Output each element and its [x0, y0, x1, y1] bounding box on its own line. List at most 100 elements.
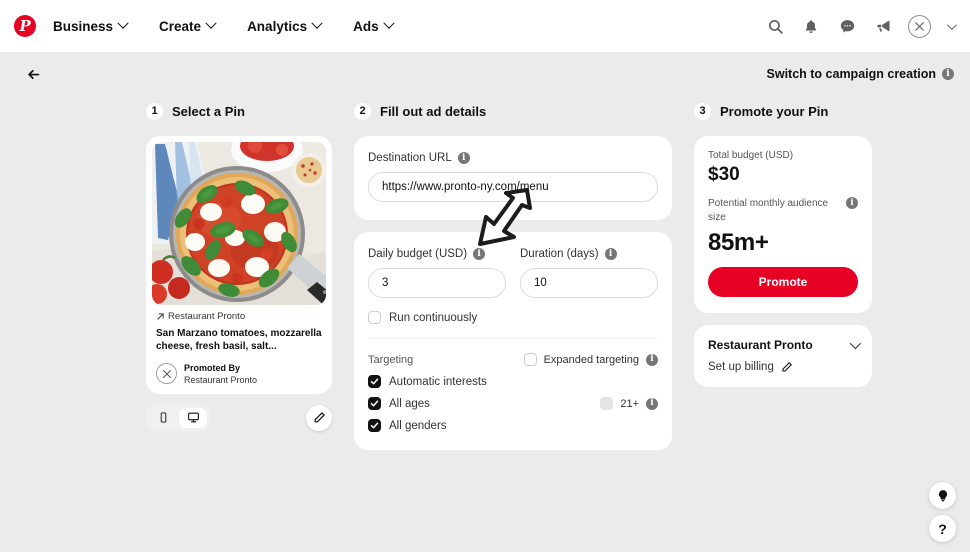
pencil-icon [314, 412, 325, 423]
bell-icon[interactable] [800, 15, 822, 37]
pin-source-label: Restaurant Pronto [168, 311, 246, 322]
expanded-targeting-control[interactable]: Expanded targeting i [523, 353, 658, 366]
duration-input[interactable] [520, 268, 658, 298]
check-icon [370, 400, 379, 407]
info-icon[interactable]: i [604, 248, 617, 260]
duration-label: Duration (days) [520, 248, 599, 260]
destination-url-label: Destination URL [368, 152, 452, 164]
column-ad-details: 2 Fill out ad details Destination URL i … [354, 96, 672, 462]
nav-label-ads: Ads [353, 18, 379, 34]
step-header-1: 1 Select a Pin [146, 96, 332, 126]
all-ages-label: All ages [389, 397, 430, 410]
info-icon[interactable]: i [942, 68, 954, 80]
check-icon [370, 378, 379, 385]
info-icon[interactable]: i [457, 152, 470, 164]
total-budget-label: Total budget (USD) [708, 150, 794, 161]
desktop-preview-button[interactable] [179, 407, 207, 428]
pencil-icon [782, 362, 792, 372]
audience-size-row: Potential monthly audience size i [708, 197, 858, 224]
pinterest-logo[interactable]: P [14, 15, 36, 37]
search-icon[interactable] [764, 15, 786, 37]
targeting-option-all-ages[interactable]: All ages 21+ i [368, 397, 658, 410]
daily-budget-label: Daily budget (USD) [368, 248, 468, 260]
desktop-icon [187, 413, 199, 423]
external-link-icon [157, 313, 164, 320]
avatar[interactable] [908, 14, 931, 38]
floating-action-buttons: ? [929, 482, 956, 542]
mobile-preview-button[interactable] [149, 408, 177, 428]
budget-targeting-card: Daily budget (USD) i Duration (days) i R… [354, 232, 672, 450]
chevron-down-icon [117, 17, 129, 29]
billing-header-row: Restaurant Pronto [708, 337, 862, 352]
top-navigation-bar: P Business Create Analytics Ads [0, 0, 970, 52]
expanded-targeting-label: Expanded targeting [543, 353, 639, 366]
promoted-by-row: Promoted By Restaurant Pronto [156, 362, 322, 386]
set-up-billing-label: Set up billing [708, 361, 774, 373]
nav-item-analytics[interactable]: Analytics [239, 13, 329, 40]
promoted-by-text: Promoted By Restaurant Pronto [184, 362, 257, 386]
audience-size-value: 85m+ [708, 229, 769, 256]
billing-card: Restaurant Pronto Set up billing [694, 325, 872, 387]
audience-size-label: Potential monthly audience size [708, 198, 829, 223]
automatic-interests-label: Automatic interests [389, 375, 487, 388]
daily-budget-field: Daily budget (USD) i [368, 248, 506, 298]
all-genders-checkbox[interactable] [368, 419, 381, 432]
info-icon[interactable]: i [646, 397, 658, 410]
switch-label: Switch to campaign creation [766, 67, 936, 81]
column-promote: 3 Promote your Pin Total budget (USD) $3… [694, 96, 872, 462]
back-arrow-icon[interactable] [20, 61, 46, 87]
chevron-down-icon [205, 17, 217, 29]
pin-preview-card[interactable]: Restaurant Pronto San Marzano tomatoes, … [146, 136, 332, 394]
run-continuously-row[interactable]: Run continuously [368, 311, 658, 324]
targeting-label: Targeting [368, 353, 414, 366]
nav-label-analytics: Analytics [247, 18, 308, 34]
column-select-a-pin: 1 Select a Pin Restaurant Pronto San Mar… [146, 96, 332, 462]
nav-item-create[interactable]: Create [151, 13, 223, 40]
expanded-targeting-checkbox[interactable] [523, 353, 537, 366]
targeting-option-automatic-interests[interactable]: Automatic interests [368, 375, 658, 388]
chevron-down-icon[interactable] [849, 337, 862, 350]
age-gate-control[interactable]: 21+ i [600, 397, 658, 410]
megaphone-icon[interactable] [872, 15, 894, 37]
device-preview-toggle [146, 404, 210, 431]
chat-bubble-icon[interactable] [836, 15, 858, 37]
divider [368, 338, 658, 339]
pin-image [152, 142, 326, 305]
targeting-option-all-genders[interactable]: All genders [368, 419, 658, 432]
help-button[interactable]: ? [929, 515, 956, 542]
check-icon [370, 422, 379, 429]
age-gate-checkbox[interactable] [600, 397, 614, 410]
idea-lightbulb-button[interactable] [929, 482, 956, 509]
nav-item-ads[interactable]: Ads [345, 13, 401, 40]
page-subheader: Switch to campaign creation i [0, 52, 970, 96]
step-number-1: 1 [146, 102, 163, 120]
daily-budget-input[interactable] [368, 268, 506, 298]
pin-title: San Marzano tomatoes, mozzarella cheese,… [156, 328, 322, 353]
daily-budget-label-row: Daily budget (USD) i [368, 248, 506, 260]
info-icon[interactable]: i [646, 353, 658, 366]
run-continuously-checkbox[interactable] [368, 311, 381, 324]
step-title-3: Promote your Pin [720, 103, 829, 119]
ad-builder-main: 1 Select a Pin Restaurant Pronto San Mar… [0, 96, 970, 462]
edit-pin-button[interactable] [306, 404, 332, 431]
nav-item-business[interactable]: Business [45, 13, 135, 40]
promote-button[interactable]: Promote [708, 267, 858, 297]
step-header-2: 2 Fill out ad details [354, 96, 672, 126]
automatic-interests-checkbox[interactable] [368, 375, 381, 388]
switch-to-campaign-creation-link[interactable]: Switch to campaign creation i [767, 67, 954, 81]
set-up-billing-link[interactable]: Set up billing [708, 361, 858, 373]
info-icon[interactable]: i [473, 248, 486, 260]
nav-label-create: Create [159, 18, 202, 34]
account-chevron-down-icon[interactable] [946, 19, 957, 30]
header-icon-group [764, 14, 957, 38]
all-ages-checkbox[interactable] [368, 397, 381, 410]
targeting-header-row: Targeting Expanded targeting i [368, 353, 658, 366]
info-icon[interactable]: i [846, 197, 858, 209]
destination-url-input[interactable] [368, 172, 658, 202]
chevron-down-icon [311, 17, 323, 29]
preview-controls-row [146, 404, 332, 431]
main-nav: Business Create Analytics Ads [45, 13, 401, 40]
promoted-by-name: Restaurant Pronto [184, 374, 258, 385]
lightbulb-icon [938, 489, 947, 501]
chevron-down-icon [382, 17, 395, 29]
